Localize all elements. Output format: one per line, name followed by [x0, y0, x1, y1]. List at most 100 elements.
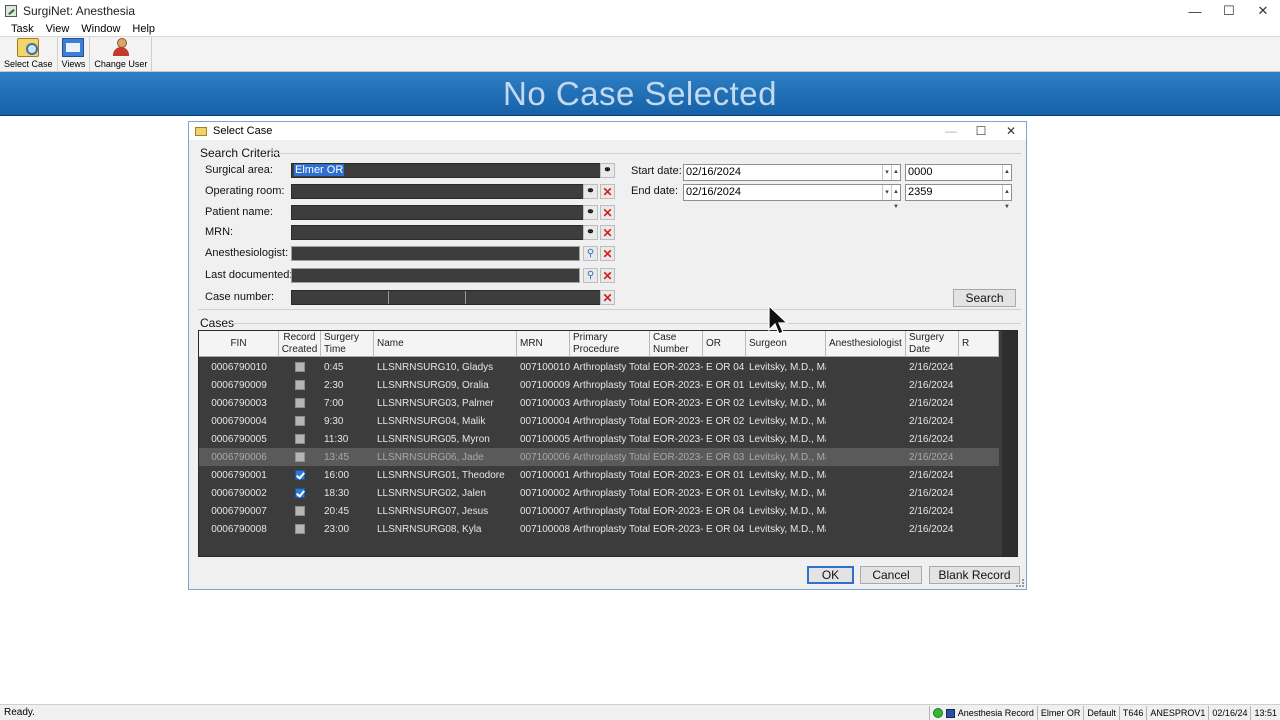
record-created-checkbox[interactable]	[295, 380, 305, 390]
operating-room-clear-button[interactable]: ✕	[600, 184, 615, 199]
end-time-field[interactable]: 2359 ▲ ▼	[905, 184, 1012, 210]
column-header-name[interactable]: Name	[374, 331, 517, 357]
patient-name-field[interactable]	[291, 205, 584, 220]
cancel-button[interactable]: Cancel	[860, 566, 922, 584]
start-date-dropdown-icon[interactable]: ▾	[882, 165, 891, 180]
search-button[interactable]: Search	[953, 289, 1016, 307]
record-created-checkbox[interactable]	[295, 362, 305, 372]
column-header-surgery-date[interactable]: Surgery Date	[906, 331, 959, 357]
column-header-case-number[interactable]: Case Number	[650, 331, 703, 357]
clear-x-icon: ✕	[602, 225, 613, 240]
record-created-checkbox[interactable]	[295, 416, 305, 426]
table-row[interactable]: 0006790010 0:45 LLSNRNSURG10, Gladys 007100…	[199, 358, 999, 376]
last-documented-clear-button[interactable]: ✕	[600, 268, 615, 283]
cell-mrn: 007100002	[520, 487, 570, 499]
column-header-anesthesiologist[interactable]: Anesthesiologist	[826, 331, 906, 357]
case-number-field[interactable]	[291, 290, 601, 305]
operating-room-lookup-button[interactable]: ⚭	[583, 184, 598, 199]
cell-mrn: 007100007	[520, 505, 570, 517]
cell-surgery-date: 2/16/2024	[909, 379, 954, 391]
start-time-field[interactable]: 0000 ▲▼	[905, 164, 1012, 190]
record-created-checkbox[interactable]	[295, 470, 305, 480]
table-row[interactable]: 0006790007 20:45 LLSNRNSURG07, Jesus 007100…	[199, 502, 999, 520]
operating-room-field[interactable]	[291, 184, 584, 199]
cell-r	[959, 358, 999, 376]
table-row[interactable]: 0006790002 18:30 LLSNRNSURG02, Jalen 007100…	[199, 484, 999, 502]
mrn-field[interactable]	[291, 225, 584, 240]
cell-surgeon: Levitsky, M.D., Mark K	[749, 415, 826, 427]
record-created-checkbox[interactable]	[295, 434, 305, 444]
change-user-label: Change User	[94, 59, 148, 69]
minimize-icon[interactable]: —	[1178, 0, 1212, 22]
record-created-checkbox[interactable]	[295, 506, 305, 516]
blank-record-button[interactable]: Blank Record	[929, 566, 1020, 584]
surgical-area-field[interactable]: Elmer OR	[291, 163, 601, 178]
record-created-checkbox[interactable]	[295, 488, 305, 498]
record-created-checkbox[interactable]	[295, 398, 305, 408]
views-button[interactable]: Views	[58, 37, 91, 71]
dialog-minimize-icon[interactable]: —	[936, 122, 966, 140]
table-row[interactable]: 0006790008 23:00 LLSNRNSURG08, Kyla 0071000…	[199, 520, 999, 538]
anesthesiologist-field[interactable]	[291, 246, 580, 261]
mrn-clear-button[interactable]: ✕	[600, 225, 615, 240]
end-date-field[interactable]: 02/16/2024 ▾ ▲ ▼	[683, 184, 901, 210]
end-date-dropdown-icon[interactable]: ▾	[882, 185, 891, 200]
column-header-primary-procedure[interactable]: Primary Procedure	[570, 331, 650, 357]
last-documented-search-button[interactable]: ⚲	[583, 268, 598, 283]
end-time-spinner[interactable]: ▲ ▼	[1002, 185, 1011, 210]
surgical-area-lookup-button[interactable]: ⚭	[600, 163, 615, 178]
cell-primary-procedure: Arthroplasty Total Kne	[573, 361, 650, 373]
cell-case-number: EOR-2023-12	[653, 505, 703, 517]
cell-fin: 0006790002	[211, 487, 267, 499]
select-case-button[interactable]: Select Case	[0, 37, 58, 71]
menu-help[interactable]: Help	[132, 23, 155, 35]
maximize-icon[interactable]: ☐	[1212, 0, 1246, 22]
record-created-checkbox[interactable]	[295, 524, 305, 534]
end-date-spinner[interactable]: ▲ ▼	[891, 185, 900, 210]
table-row[interactable]: 0006790009 2:30 LLSNRNSURG09, Oralia 007100…	[199, 376, 999, 394]
start-date-field[interactable]: 02/16/2024 ▾ ▲▼	[683, 164, 901, 190]
table-header: FIN Record Created Surgery Time Name MRN Prim…	[199, 331, 999, 357]
column-header-record-created[interactable]: Record Created	[279, 331, 321, 357]
cell-surgery-time: 7:00	[324, 397, 344, 409]
column-header-or[interactable]: OR	[703, 331, 746, 357]
case-number-clear-button[interactable]: ✕	[600, 290, 615, 305]
cell-anesthesiologist	[826, 358, 906, 376]
anesthesiologist-search-button[interactable]: ⚲	[583, 246, 598, 261]
start-time-spinner[interactable]: ▲▼	[1002, 165, 1011, 190]
table-row[interactable]: 0006790006 13:45 LLSNRNSURG06, Jade 0071000…	[199, 448, 999, 466]
table-row[interactable]: 0006790004 9:30 LLSNRNSURG04, Malik 0071000…	[199, 412, 999, 430]
close-icon[interactable]: ✕	[1246, 0, 1280, 22]
cell-record-created	[279, 394, 321, 412]
table-vertical-scrollbar[interactable]	[1002, 331, 1017, 556]
cell-case-number: EOR-2023-12	[653, 433, 703, 445]
status-terminal: T646	[1118, 705, 1147, 720]
ok-button[interactable]: OK	[807, 566, 854, 584]
dialog-maximize-icon[interactable]: ☐	[966, 122, 996, 140]
dialog-close-icon[interactable]: ✕	[996, 122, 1026, 140]
patient-name-lookup-button[interactable]: ⚭	[583, 205, 598, 220]
column-header-mrn[interactable]: MRN	[517, 331, 570, 357]
menu-view[interactable]: View	[46, 23, 70, 35]
cell-record-created	[279, 484, 321, 502]
column-header-fin[interactable]: FIN	[199, 331, 279, 357]
last-documented-field[interactable]	[291, 268, 580, 283]
folder-icon	[195, 126, 207, 136]
change-user-button[interactable]: Change User	[90, 37, 153, 71]
binoculars-icon: ⚭	[586, 207, 595, 218]
column-header-r[interactable]: R	[959, 331, 999, 357]
end-time-value: 2359	[908, 186, 933, 198]
table-row[interactable]: 0006790005 11:30 LLSNRNSURG05, Myron 007100…	[199, 430, 999, 448]
menu-window[interactable]: Window	[81, 23, 120, 35]
table-row[interactable]: 0006790003 7:00 LLSNRNSURG03, Palmer 007100…	[199, 394, 999, 412]
record-created-checkbox[interactable]	[295, 452, 305, 462]
table-row[interactable]: 0006790001 16:00 LLSNRNSURG01, Theodore 007…	[199, 466, 999, 484]
cell-record-created	[279, 376, 321, 394]
column-header-surgery-time[interactable]: Surgery Time	[321, 331, 374, 357]
menu-task[interactable]: Task	[11, 23, 34, 35]
mrn-lookup-button[interactable]: ⚭	[583, 225, 598, 240]
anesthesiologist-clear-button[interactable]: ✕	[600, 246, 615, 261]
start-date-spinner[interactable]: ▲▼	[891, 165, 900, 190]
dialog-resize-grip[interactable]	[1016, 579, 1024, 587]
patient-name-clear-button[interactable]: ✕	[600, 205, 615, 220]
